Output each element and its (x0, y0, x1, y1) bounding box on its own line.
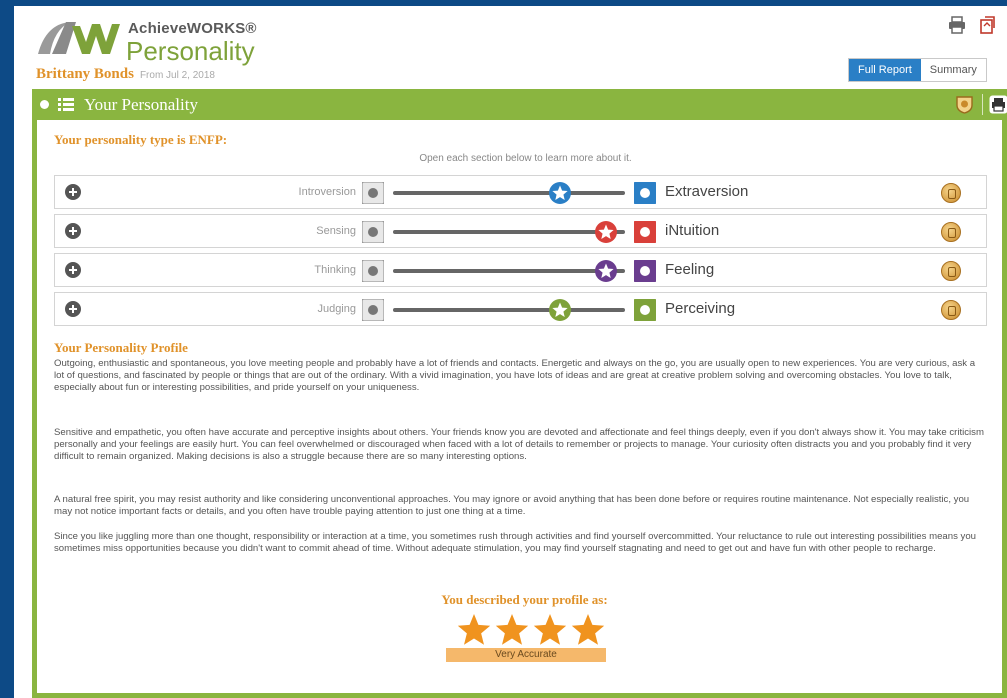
profile-paragraph: A natural free spirit, you may resist au… (54, 494, 970, 517)
expand-plus-icon[interactable] (65, 301, 81, 317)
trait-position-star-icon (595, 260, 618, 282)
profile-heading: Your Personality Profile (54, 340, 188, 355)
checklist-icon (362, 299, 384, 321)
right-trait-label: Extraversion (665, 183, 749, 200)
trait-slider-track (393, 308, 625, 312)
rating-heading: You described your profile as: (441, 592, 608, 607)
puzzle-icon (634, 299, 656, 321)
trait-slider-track (393, 191, 625, 195)
report-content: Your Personality Your personality type i… (14, 6, 1007, 698)
medal-icon[interactable] (941, 222, 961, 242)
rating-star-icon[interactable] (494, 612, 530, 648)
right-trait-label: Perceiving (665, 300, 736, 317)
heart-icon (634, 260, 656, 282)
dimension-row[interactable]: Sensing iNtuition (54, 214, 987, 248)
trait-position-star-icon (549, 182, 572, 204)
medal-icon[interactable] (941, 300, 961, 320)
trait-slider-track (393, 230, 625, 234)
left-trait-label: Introversion (298, 186, 356, 198)
eye-icon (362, 221, 384, 243)
brain-icon (362, 260, 384, 282)
expand-plus-icon[interactable] (65, 262, 81, 278)
right-trait-label: iNtuition (665, 222, 720, 239)
list-icon (58, 98, 74, 111)
rating-star-icon[interactable] (456, 612, 492, 648)
personality-type-heading: Your personality type is ENFP: (54, 132, 228, 147)
profile-paragraph: Since you like juggling more than one th… (54, 531, 977, 554)
header-divider (982, 94, 983, 115)
trait-slider-track (393, 269, 625, 273)
left-trait-label: Thinking (314, 264, 356, 276)
accuracy-label: Very Accurate (446, 648, 606, 662)
rating-star-icon[interactable] (570, 612, 606, 648)
dimension-row[interactable]: Introversion Extraversion (54, 175, 987, 209)
panel-print-icon[interactable] (989, 95, 1007, 114)
right-trait-label: Feeling (665, 261, 715, 278)
medal-icon[interactable] (941, 183, 961, 203)
people-puzzle-icon (634, 182, 656, 204)
instruction-text: Open each section below to learn more ab… (419, 153, 632, 164)
trait-position-star-icon (549, 299, 572, 321)
star-rating[interactable] (456, 612, 606, 648)
collapse-toggle-icon[interactable] (40, 100, 49, 109)
left-trait-label: Judging (317, 303, 356, 315)
rating-star-icon[interactable] (532, 612, 568, 648)
lightbulb-icon (634, 221, 656, 243)
dimension-row[interactable]: Judging Perceiving (54, 292, 987, 326)
shield-badge-icon[interactable] (955, 95, 974, 114)
medal-icon[interactable] (941, 261, 961, 281)
profile-paragraph: Outgoing, enthusiastic and spontaneous, … (54, 358, 976, 393)
dimension-row[interactable]: Thinking Feeling (54, 253, 987, 287)
expand-plus-icon[interactable] (65, 223, 81, 239)
people-group-icon (362, 182, 384, 204)
left-trait-label: Sensing (316, 225, 356, 237)
profile-paragraph: Sensitive and empathetic, you often have… (54, 427, 984, 462)
trait-position-star-icon (595, 221, 618, 243)
expand-plus-icon[interactable] (65, 184, 81, 200)
panel-header[interactable]: Your Personality (32, 89, 1007, 120)
panel-title: Your Personality (84, 95, 198, 114)
